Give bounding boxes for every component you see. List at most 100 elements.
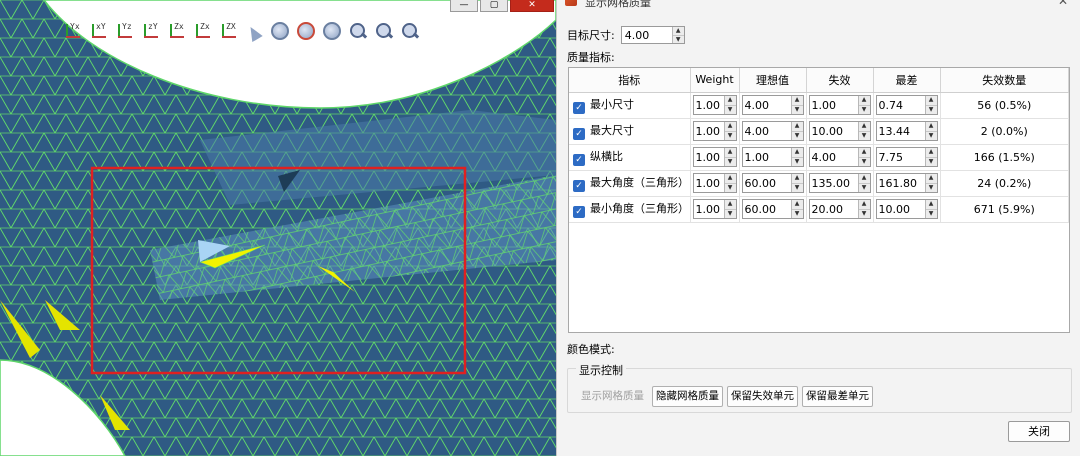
weight-spinbox[interactable]: 1.00 ▲ ▼ — [692, 95, 737, 115]
dialog-close-icon[interactable]: ✕ — [1058, 0, 1068, 8]
spin-up-icon[interactable]: ▲ — [926, 174, 937, 183]
fail-spinbox[interactable]: 135.00 ▲ ▼ — [808, 173, 871, 193]
spin-up-icon[interactable]: ▲ — [725, 122, 736, 131]
ideal-spinbox-value[interactable]: 4.00 — [743, 122, 791, 140]
spin-down-icon[interactable]: ▼ — [858, 130, 870, 141]
keep-failed-elements-button[interactable]: 保留失效单元 — [727, 386, 798, 407]
table-row[interactable]: ✓ 最大角度（三角形） 1.00 ▲ ▼ 60.00 ▲ ▼ 135.00 ▲ ▼ 161.80 ▲ ▼ 2… — [569, 170, 1069, 197]
spin-down-icon[interactable]: ▼ — [791, 208, 803, 219]
spin-up-icon[interactable]: ▲ — [859, 174, 870, 183]
column-header-worst[interactable]: 最差 — [873, 68, 941, 93]
spin-up-icon[interactable]: ▲ — [926, 148, 937, 157]
spin-up-icon[interactable]: ▲ — [673, 27, 684, 35]
dialog-titlebar[interactable]: 显示网格质量 ✕ — [557, 0, 1080, 10]
ideal-spinbox-value[interactable]: 1.00 — [743, 148, 791, 166]
ideal-spinbox[interactable]: 4.00 ▲ ▼ — [741, 95, 804, 115]
column-header-weight[interactable]: Weight — [690, 68, 740, 93]
maximize-button[interactable]: ▢ — [480, 0, 508, 12]
spin-up-icon[interactable]: ▲ — [926, 122, 937, 131]
fail-spinbox[interactable]: 4.00 ▲ ▼ — [808, 147, 871, 167]
ideal-spinbox-value[interactable]: 60.00 — [743, 174, 791, 192]
spin-up-icon[interactable]: ▲ — [792, 148, 803, 157]
metric-checkbox[interactable]: ✓ — [573, 180, 585, 192]
rotate-view-icon[interactable] — [270, 20, 290, 40]
zoom-window-icon[interactable] — [348, 20, 368, 40]
spin-down-icon[interactable]: ▼ — [858, 104, 870, 115]
view-axis-xz-icon[interactable]: Zx — [192, 20, 212, 40]
window-close-button[interactable]: ✕ — [510, 0, 554, 12]
column-header-fail-count[interactable]: 失效数量 — [940, 68, 1069, 93]
table-row[interactable]: ✓ 纵横比 1.00 ▲ ▼ 1.00 ▲ ▼ 4.00 ▲ ▼ 7.75 ▲ ▼ 166 (1.5%) — [569, 144, 1069, 171]
spin-view-icon[interactable] — [296, 20, 316, 40]
spin-up-icon[interactable]: ▲ — [725, 200, 736, 209]
worst-spinbox[interactable]: 161.80 ▲ ▼ — [875, 173, 938, 193]
table-row[interactable]: ✓ 最小尺寸 1.00 ▲ ▼ 4.00 ▲ ▼ 1.00 ▲ ▼ 0.74 ▲ ▼ 56 (0.5%) — [569, 92, 1069, 119]
spin-down-icon[interactable]: ▼ — [672, 34, 684, 44]
worst-spinbox-value[interactable]: 7.75 — [877, 148, 925, 166]
worst-spinbox[interactable]: 7.75 ▲ ▼ — [875, 147, 938, 167]
target-size-value[interactable]: 4.00 — [622, 27, 672, 43]
weight-spinbox[interactable]: 1.00 ▲ ▼ — [692, 199, 737, 219]
minimize-button[interactable]: — — [450, 0, 478, 12]
spin-down-icon[interactable]: ▼ — [791, 182, 803, 193]
worst-spinbox[interactable]: 10.00 ▲ ▼ — [875, 199, 938, 219]
metric-checkbox[interactable]: ✓ — [573, 128, 585, 140]
weight-spinbox-value[interactable]: 1.00 — [694, 200, 724, 218]
weight-spinbox-value[interactable]: 1.00 — [694, 122, 724, 140]
metric-checkbox[interactable]: ✓ — [573, 206, 585, 218]
view-axis-yz-icon[interactable]: Yz — [114, 20, 134, 40]
view-axis-zx-icon[interactable]: Zx — [166, 20, 186, 40]
ideal-spinbox[interactable]: 1.00 ▲ ▼ — [741, 147, 804, 167]
fit-view-icon[interactable] — [322, 20, 342, 40]
worst-spinbox-value[interactable]: 0.74 — [877, 96, 925, 114]
table-row[interactable]: ✓ 最小角度（三角形） 1.00 ▲ ▼ 60.00 ▲ ▼ 20.00 ▲ ▼ 10.00 ▲ ▼ 671… — [569, 196, 1069, 223]
ideal-spinbox-value[interactable]: 4.00 — [743, 96, 791, 114]
spin-up-icon[interactable]: ▲ — [926, 96, 937, 105]
mesh-viewport[interactable]: — ▢ ✕ Yx xY Yz zY Zx Zx ZX — [0, 0, 556, 456]
column-header-ideal[interactable]: 理想值 — [739, 68, 807, 93]
keep-worst-elements-button[interactable]: 保留最差单元 — [802, 386, 873, 407]
weight-spinbox[interactable]: 1.00 ▲ ▼ — [692, 121, 737, 141]
spin-up-icon[interactable]: ▲ — [926, 200, 937, 209]
weight-spinbox-value[interactable]: 1.00 — [694, 174, 724, 192]
weight-spinbox-value[interactable]: 1.00 — [694, 96, 724, 114]
weight-spinbox[interactable]: 1.00 ▲ ▼ — [692, 147, 737, 167]
fail-spinbox-value[interactable]: 20.00 — [810, 200, 858, 218]
spin-up-icon[interactable]: ▲ — [859, 200, 870, 209]
spin-up-icon[interactable]: ▲ — [725, 96, 736, 105]
spin-up-icon[interactable]: ▲ — [792, 200, 803, 209]
spin-down-icon[interactable]: ▼ — [791, 156, 803, 167]
spin-down-icon[interactable]: ▼ — [724, 182, 736, 193]
spin-up-icon[interactable]: ▲ — [859, 96, 870, 105]
view-axis-xy-icon[interactable]: xY — [88, 20, 108, 40]
view-axis-iso-icon[interactable]: ZX — [218, 20, 238, 40]
spin-down-icon[interactable]: ▼ — [724, 208, 736, 219]
show-mesh-quality-button[interactable]: 显示网格质量 — [577, 386, 648, 407]
spin-down-icon[interactable]: ▼ — [925, 208, 937, 219]
view-axis-zy-icon[interactable]: zY — [140, 20, 160, 40]
fail-spinbox-value[interactable]: 10.00 — [810, 122, 858, 140]
column-header-fail[interactable]: 失效 — [806, 68, 874, 93]
spin-down-icon[interactable]: ▼ — [724, 104, 736, 115]
view-axis-yx-icon[interactable]: Yx — [62, 20, 82, 40]
spin-up-icon[interactable]: ▲ — [859, 122, 870, 131]
hide-mesh-quality-button[interactable]: 隐藏网格质量 — [652, 386, 723, 407]
close-button[interactable]: 关闭 — [1008, 421, 1070, 442]
fail-spinbox-value[interactable]: 4.00 — [810, 148, 858, 166]
weight-spinbox[interactable]: 1.00 ▲ ▼ — [692, 173, 737, 193]
worst-spinbox[interactable]: 13.44 ▲ ▼ — [875, 121, 938, 141]
worst-spinbox-value[interactable]: 10.00 — [877, 200, 925, 218]
fail-spinbox[interactable]: 1.00 ▲ ▼ — [808, 95, 871, 115]
spin-down-icon[interactable]: ▼ — [791, 130, 803, 141]
column-header-metric[interactable]: 指标 — [569, 68, 691, 93]
spin-down-icon[interactable]: ▼ — [724, 130, 736, 141]
zoom-in-icon[interactable] — [374, 20, 394, 40]
spin-down-icon[interactable]: ▼ — [791, 104, 803, 115]
spin-up-icon[interactable]: ▲ — [859, 148, 870, 157]
ideal-spinbox[interactable]: 60.00 ▲ ▼ — [741, 173, 804, 193]
fail-spinbox-value[interactable]: 135.00 — [810, 174, 858, 192]
worst-spinbox-value[interactable]: 13.44 — [877, 122, 925, 140]
spin-up-icon[interactable]: ▲ — [792, 122, 803, 131]
spin-down-icon[interactable]: ▼ — [925, 130, 937, 141]
worst-spinbox[interactable]: 0.74 ▲ ▼ — [875, 95, 938, 115]
